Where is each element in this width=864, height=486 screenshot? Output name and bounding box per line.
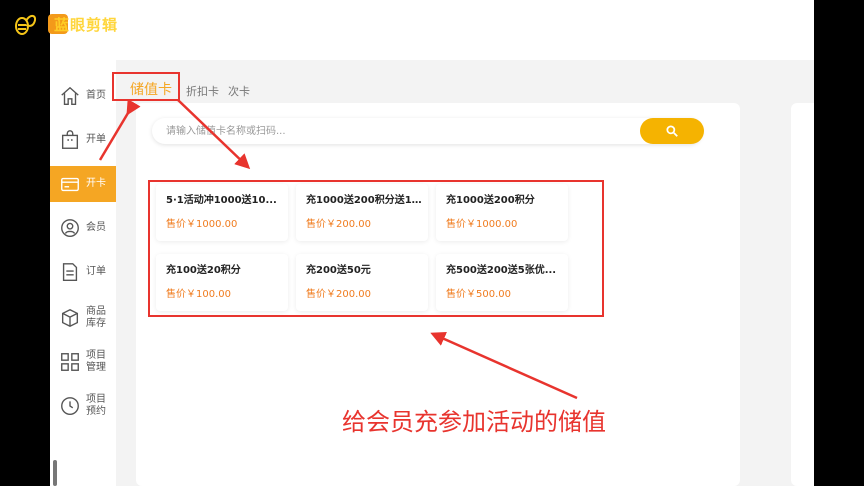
annotation-arrows	[98, 98, 578, 400]
watermark: 蓝眼剪辑	[12, 10, 118, 38]
arrow-from-annotation	[430, 332, 578, 400]
arrow-to-cards	[177, 99, 251, 170]
bee-logo-icon	[15, 15, 36, 35]
arrow-to-sidebar	[98, 98, 141, 161]
watermark-text: 蓝眼剪辑	[54, 15, 119, 34]
